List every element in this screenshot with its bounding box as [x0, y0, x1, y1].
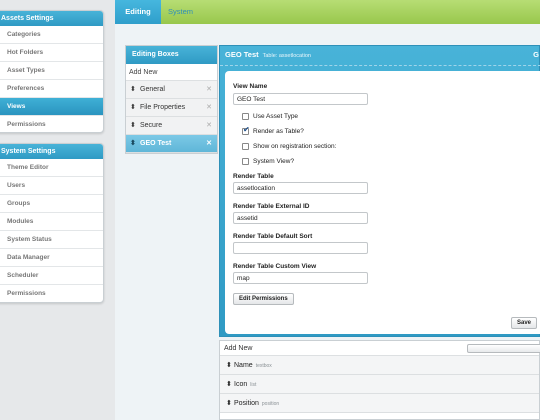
left-sidebar: Assets Settings Categories Hot Folders A… — [0, 0, 115, 420]
field-item-type: position — [261, 401, 280, 407]
updown-arrow-icon[interactable]: ⬍ — [130, 81, 136, 99]
top-nav-bar: Editing System — [115, 0, 540, 24]
geo-test-panel: GEO Test Table: assetlocation G View Name… — [219, 45, 540, 337]
box-item-label: GEO Test — [140, 140, 172, 147]
tab-system[interactable]: System — [168, 0, 193, 24]
sidebar-item-scheduler[interactable]: Scheduler — [0, 267, 103, 285]
sidebar-item-groups[interactable]: Groups — [0, 195, 103, 213]
editing-boxes-panel: Editing Boxes Add New ⬍ General ✕ ⬍ File P… — [125, 45, 218, 154]
geo-panel-subtitle: Table: assetlocation — [262, 53, 311, 59]
edit-permissions-button[interactable]: Edit Permissions — [233, 293, 294, 305]
checkbox-label: System View? — [253, 158, 295, 166]
field-item-type: textbox — [255, 363, 272, 369]
editing-boxes-title: Editing Boxes — [126, 46, 217, 64]
field-item-position[interactable]: ⬍ Position position — [220, 394, 539, 413]
box-item-file-properties[interactable]: ⬍ File Properties ✕ — [126, 99, 217, 117]
checkbox-label: Use Asset Type — [253, 113, 299, 121]
sidebar-item-categories[interactable]: Categories — [0, 26, 103, 44]
updown-arrow-icon[interactable]: ⬍ — [130, 135, 136, 153]
render-table-label: Render Table — [233, 173, 274, 180]
sidebar-item-users[interactable]: Users — [0, 177, 103, 195]
checkbox-box[interactable] — [242, 143, 249, 150]
field-item-label: Name — [234, 362, 253, 369]
checkbox-label: Render as Table? — [253, 128, 304, 136]
close-icon[interactable]: ✕ — [206, 99, 212, 117]
geo-panel-header: GEO Test Table: assetlocation G — [220, 46, 539, 64]
system-settings-panel: System Settings Theme Editor Users Group… — [0, 143, 104, 303]
external-id-input[interactable] — [233, 212, 368, 224]
checkmark-icon[interactable] — [242, 126, 250, 135]
view-settings-form: View Name Use Asset Type Render as Table… — [225, 71, 540, 334]
default-sort-label: Render Table Default Sort — [233, 233, 313, 240]
updown-arrow-icon[interactable]: ⬍ — [226, 375, 234, 394]
sidebar-item-system-permissions[interactable]: Permissions — [0, 285, 103, 302]
render-table-input[interactable] — [233, 182, 368, 194]
field-item-label: Position — [234, 400, 259, 407]
sidebar-item-system-status[interactable]: System Status — [0, 231, 103, 249]
custom-view-label: Render Table Custom View — [233, 263, 317, 270]
sidebar-item-views[interactable]: Views — [0, 98, 103, 116]
show-on-registration-checkbox[interactable]: Show on registration section: — [242, 143, 336, 151]
updown-arrow-icon[interactable]: ⬍ — [226, 356, 234, 375]
new-field-type-select[interactable] — [467, 344, 540, 353]
use-asset-type-checkbox[interactable]: Use Asset Type — [242, 113, 298, 121]
view-name-label: View Name — [233, 83, 268, 90]
sidebar-item-preferences[interactable]: Preferences — [0, 80, 103, 98]
custom-view-input[interactable] — [233, 272, 368, 284]
system-view-checkbox[interactable]: System View? — [242, 158, 294, 166]
fields-list-panel: Add New ⬍ Name textbox ⬍ Icon list ⬍ Position… — [219, 340, 540, 420]
add-new-box-button[interactable]: Add New — [126, 64, 217, 81]
updown-arrow-icon[interactable]: ⬍ — [130, 117, 136, 135]
box-item-label: General — [140, 86, 165, 93]
box-item-geo-test[interactable]: ⬍ GEO Test ✕ — [126, 135, 217, 153]
sidebar-item-theme-editor[interactable]: Theme Editor — [0, 159, 103, 177]
close-icon[interactable]: ✕ — [206, 81, 212, 99]
box-item-label: File Properties — [140, 104, 186, 111]
checkbox-box[interactable] — [242, 158, 249, 165]
field-item-icon[interactable]: ⬍ Icon list — [220, 375, 539, 394]
system-settings-title: System Settings — [0, 144, 103, 159]
default-sort-input[interactable] — [233, 242, 368, 254]
assets-settings-title: Assets Settings — [0, 11, 103, 26]
assets-settings-panel: Assets Settings Categories Hot Folders A… — [0, 10, 104, 133]
geo-panel-title: GEO Test — [225, 50, 259, 59]
tab-editing[interactable]: Editing — [115, 0, 161, 24]
sidebar-item-data-manager[interactable]: Data Manager — [0, 249, 103, 267]
sidebar-item-modules[interactable]: Modules — [0, 213, 103, 231]
view-name-input[interactable] — [233, 93, 368, 105]
add-new-field-row: Add New — [220, 341, 540, 356]
sidebar-item-asset-types[interactable]: Asset Types — [0, 62, 103, 80]
close-icon[interactable]: ✕ — [206, 135, 212, 153]
save-button[interactable]: Save — [511, 317, 538, 329]
field-item-label: Icon — [234, 381, 248, 388]
sidebar-item-asset-permissions[interactable]: Permissions — [0, 116, 103, 132]
sidebar-item-hot-folders[interactable]: Hot Folders — [0, 44, 103, 62]
header-divider — [220, 65, 540, 66]
field-item-type: list — [250, 382, 257, 388]
geo-panel-corner-letter: G — [533, 50, 539, 59]
checkbox-box[interactable] — [242, 113, 249, 120]
box-item-label: Secure — [140, 122, 163, 129]
add-new-field-button[interactable]: Add New — [224, 345, 252, 352]
close-icon[interactable]: ✕ — [206, 117, 212, 135]
render-as-table-checkbox[interactable]: Render as Table? — [242, 126, 304, 136]
box-item-general[interactable]: ⬍ General ✕ — [126, 81, 217, 99]
updown-arrow-icon[interactable]: ⬍ — [130, 99, 136, 117]
external-id-label: Render Table External ID — [233, 203, 310, 210]
field-item-name[interactable]: ⬍ Name textbox — [220, 356, 539, 375]
box-item-secure[interactable]: ⬍ Secure ✕ — [126, 117, 217, 135]
checkbox-label: Show on registration section: — [253, 143, 337, 151]
updown-arrow-icon[interactable]: ⬍ — [226, 394, 234, 413]
